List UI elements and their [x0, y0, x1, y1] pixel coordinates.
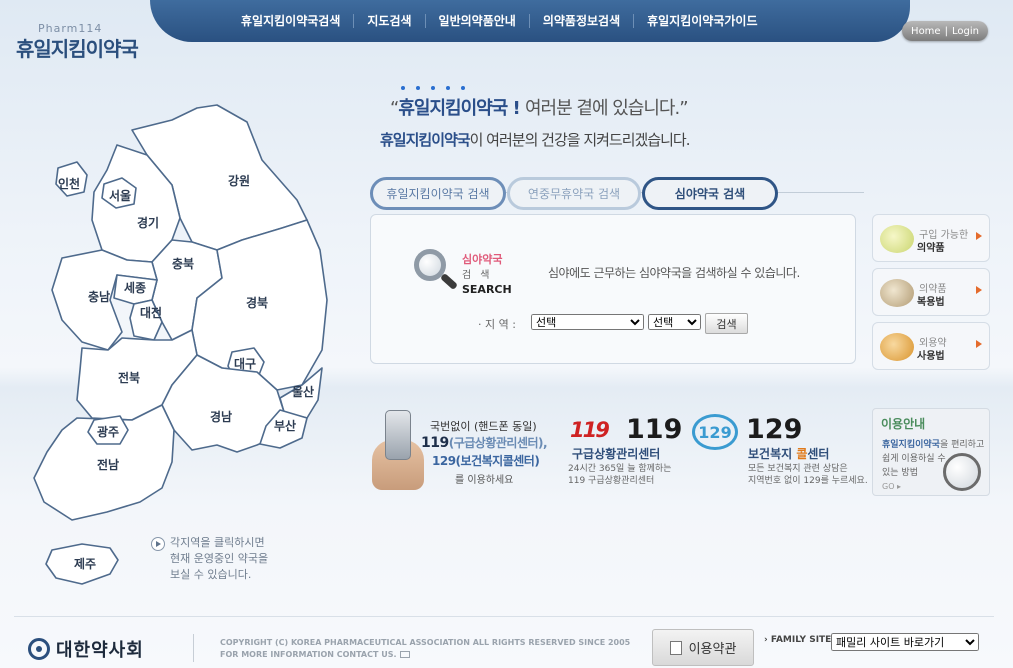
- tab-night-label: 심야약국 검색: [674, 187, 746, 201]
- nav-item-drug-info[interactable]: 의약품정보검색: [530, 14, 635, 28]
- svg-text:서울: 서울: [109, 188, 131, 203]
- tab-holiday-search[interactable]: 휴일지킴이약국 검색: [370, 177, 506, 210]
- slogan-line-2: 휴일지킴이약국이 여러분의 건강을 지켜드리겠습니다.: [380, 131, 690, 149]
- nav-item-guide[interactable]: 휴일지킴이약국가이드: [634, 14, 770, 28]
- card-label-main: 복용법: [917, 297, 945, 308]
- search-panel: [370, 214, 856, 364]
- 119-number: 119: [626, 414, 683, 445]
- svg-text:경북: 경북: [246, 296, 268, 310]
- card-label-main: 의약품: [917, 243, 945, 254]
- korea-map: 강원 서울 인천 경기 충북 세종 충남 대전 경북 대구 전북 울산 경남 광…: [22, 100, 342, 590]
- separator: |: [944, 25, 948, 37]
- terms-button[interactable]: 이용약관: [652, 629, 754, 666]
- arrow-right-icon: [976, 340, 982, 348]
- 119-desc-2: 119 구급상황관리센터: [568, 476, 655, 486]
- tab-night-search[interactable]: 심야약국 검색: [642, 177, 778, 210]
- contact-text: FOR MORE INFORMATION CONTACT US.: [220, 650, 410, 659]
- 119-logo: 119: [570, 418, 610, 442]
- slogan-highlight: 휴일지킴이약국: [398, 98, 508, 119]
- svg-text:경기: 경기: [137, 215, 159, 230]
- svg-text:제주: 제주: [74, 557, 96, 571]
- emergency-line-4: 를 이용하세요: [455, 475, 514, 486]
- 129-number: 129: [746, 414, 803, 445]
- main-nav: 휴일지킴이약국검색 지도검색 일반의약품안내 의약품정보검색 휴일지킴이약국가이…: [150, 0, 910, 42]
- region-label: · 지 역 :: [478, 318, 516, 331]
- search-icon-title: 심야약국: [462, 253, 503, 266]
- guide-line-2: 쉽게 이용하실 수: [882, 454, 946, 464]
- family-site-select[interactable]: 패밀리 사이트 바로가기: [831, 633, 979, 651]
- svg-text:세종: 세종: [124, 280, 146, 295]
- tab-allyear-search[interactable]: 연중무휴약국 검색: [507, 177, 641, 210]
- svg-text:전남: 전남: [97, 457, 119, 472]
- card-external-medicine[interactable]: 외용약 사용법: [872, 322, 990, 370]
- arrow-right-icon: [976, 286, 982, 294]
- guide-line-3: 있는 방법: [882, 468, 918, 478]
- region-select-city[interactable]: 선택: [648, 314, 701, 330]
- region-select-province[interactable]: 선택: [531, 314, 644, 330]
- magnifier-icon: [943, 453, 981, 491]
- slogan-line-1: “휴일지킴이약국 ! 여러분 곁에 있습니다.”: [390, 98, 689, 119]
- footer-separator: [193, 634, 194, 662]
- kpa-emblem-icon: [28, 638, 50, 660]
- search-icon-subtitle: 검색: [462, 270, 499, 281]
- login-link[interactable]: Login: [952, 26, 979, 37]
- emergency-line-3: 129(보건복지콜센터): [432, 454, 540, 468]
- phone-icon: [385, 410, 411, 460]
- emergency-line-1: 국번없이 (핸드폰 동일): [430, 420, 537, 433]
- kpa-name: 대한약사회: [56, 640, 144, 661]
- family-site-label: › FAMILY SITE: [764, 635, 832, 645]
- nav-item-map-search[interactable]: 지도검색: [354, 14, 426, 28]
- search-description: 심야에도 근무하는 심야약국을 검색하실 수 있습니다.: [548, 266, 800, 280]
- svg-text:충북: 충북: [172, 256, 194, 271]
- nav-item-otc-guide[interactable]: 일반의약품안내: [426, 14, 530, 28]
- usage-guide-card[interactable]: 이용안내 휴일지킴이약국을 편리하고 쉽게 이용하실 수 있는 방법 GO ▸: [872, 408, 990, 496]
- site-logo[interactable]: Pharm114 휴일지킴이약국: [16, 22, 139, 62]
- svg-text:부산: 부산: [274, 418, 296, 433]
- 129-desc-2: 지역번호 없이 129를 누르세요.: [748, 476, 868, 486]
- logo-title: 휴일지킴이약국: [16, 37, 139, 61]
- svg-text:광주: 광주: [97, 424, 119, 439]
- home-login-bar: Home | Login: [902, 21, 988, 41]
- terms-label: 이용약관: [688, 642, 737, 657]
- slogan-dots: [401, 86, 465, 90]
- svg-text:대전: 대전: [140, 305, 162, 320]
- 129-center-name: 보건복지 콜센터: [748, 447, 830, 461]
- guide-title: 이용안내: [881, 417, 926, 431]
- kpa-logo[interactable]: 대한약사회: [28, 636, 144, 662]
- document-icon: [669, 640, 682, 655]
- svg-text:인천: 인천: [58, 176, 80, 191]
- home-link[interactable]: Home: [911, 26, 941, 37]
- svg-text:울산: 울산: [292, 384, 314, 399]
- emergency-line-2: 119(구급상황관리센터),: [421, 435, 548, 451]
- mail-icon[interactable]: [399, 651, 410, 658]
- svg-text:대구: 대구: [234, 357, 256, 371]
- pill-icon: [880, 225, 914, 253]
- nav-item-holiday-search[interactable]: 휴일지킴이약국검색: [228, 14, 355, 28]
- mortar-icon: [880, 279, 914, 307]
- ointment-icon: [880, 333, 914, 361]
- card-available-drugs[interactable]: 구입 가능한 의약품: [872, 214, 990, 262]
- search-icon-english: SEARCH: [462, 283, 512, 296]
- search-button[interactable]: 검색: [705, 313, 748, 334]
- 119-center-name: 구급상황관리센터: [572, 447, 661, 461]
- card-label-main: 사용법: [917, 351, 945, 362]
- card-dosage[interactable]: 의약품 복용법: [872, 268, 990, 316]
- svg-text:경남: 경남: [210, 409, 232, 424]
- guide-go-link[interactable]: GO ▸: [882, 482, 901, 491]
- play-icon: [151, 537, 165, 551]
- copyright-text: COPYRIGHT (C) KOREA PHARMACEUTICAL ASSOC…: [220, 638, 631, 647]
- svg-text:전북: 전북: [118, 370, 140, 385]
- 129-logo: 129: [692, 414, 738, 450]
- svg-text:강원: 강원: [228, 174, 250, 188]
- map-note: 각지역을 클릭하시면 현재 운영중인 약국을 보실 수 있습니다.: [170, 536, 269, 581]
- svg-text:충남: 충남: [88, 289, 110, 304]
- arrow-right-icon: [976, 232, 982, 240]
- footer-divider: [14, 616, 994, 617]
- guide-line-1: 휴일지킴이약국을 편리하고: [882, 440, 985, 450]
